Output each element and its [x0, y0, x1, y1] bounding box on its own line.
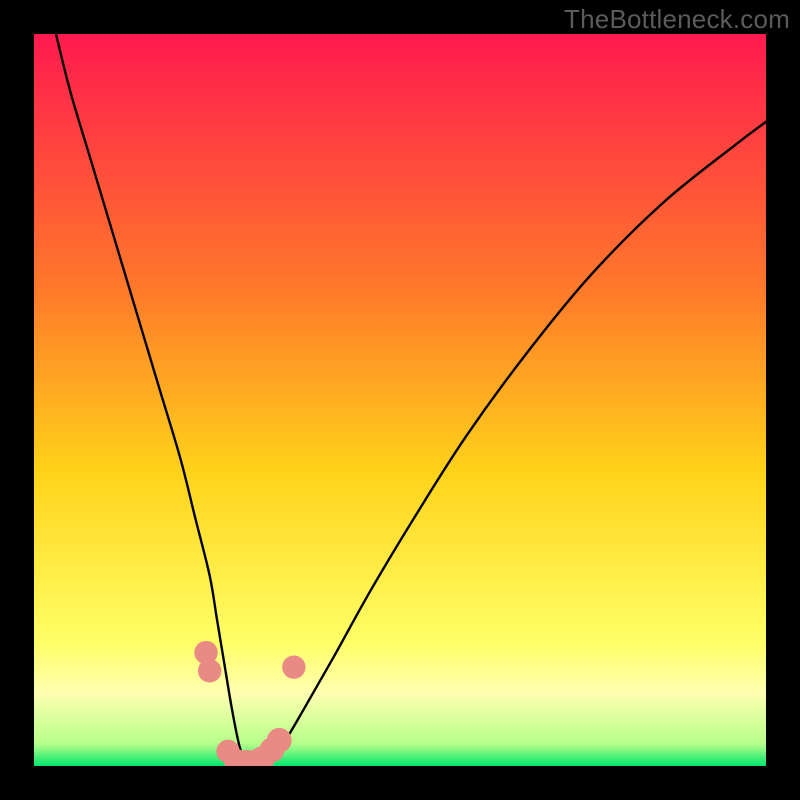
- chart-plot-area: [34, 34, 766, 766]
- data-marker: [198, 659, 221, 682]
- watermark-text: TheBottleneck.com: [564, 4, 790, 35]
- bottleneck-chart: [34, 34, 766, 766]
- data-marker: [282, 655, 305, 678]
- data-marker: [267, 728, 292, 753]
- gradient-background: [34, 34, 766, 766]
- chart-outer-frame: TheBottleneck.com: [0, 0, 800, 800]
